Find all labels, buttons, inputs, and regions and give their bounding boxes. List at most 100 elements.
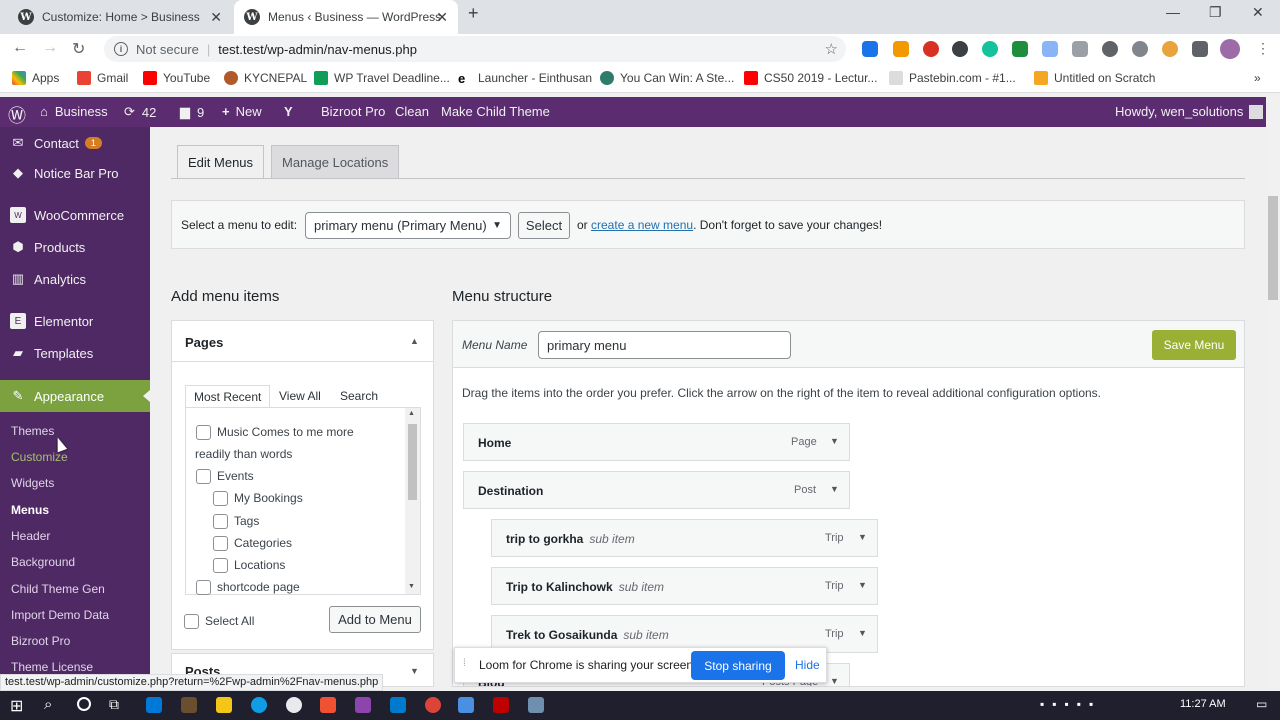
cookie-extension-icon[interactable]: [1162, 41, 1178, 57]
bookmark-star-icon[interactable]: ☆: [825, 40, 838, 58]
adminbar-make-child-theme[interactable]: Make Child Theme: [441, 104, 550, 119]
sidebar-sub-themes[interactable]: Themes: [11, 424, 54, 438]
window-close-button[interactable]: ✕: [1252, 4, 1264, 21]
maximize-button[interactable]: ❐: [1209, 4, 1222, 21]
sidebar-item-elementor[interactable]: E Elementor: [0, 305, 150, 337]
edge-icon[interactable]: [251, 697, 267, 713]
menu-item[interactable]: Destination Post ▼: [463, 471, 850, 509]
page-checkbox[interactable]: [213, 514, 228, 529]
bookmark-scratch[interactable]: Untitled on Scratch: [1034, 71, 1155, 85]
checklist-scrollbar[interactable]: ▲ ▼: [405, 408, 420, 594]
create-new-menu-link[interactable]: create a new menu: [591, 218, 693, 232]
tab-search[interactable]: Search: [332, 385, 386, 407]
chrome-canary-icon[interactable]: [425, 697, 441, 713]
tab-most-recent[interactable]: Most Recent: [185, 385, 271, 407]
tab-view-all[interactable]: View All: [271, 385, 329, 407]
extension-icon[interactable]: [1102, 41, 1118, 57]
bookmark-pastebin[interactable]: Pastebin.com - #1...: [889, 71, 1016, 85]
stop-sharing-button[interactable]: Stop sharing: [691, 651, 785, 680]
select-all-checkbox[interactable]: [184, 614, 199, 629]
tab-customize[interactable]: W Customize: Home > Business ✕: [8, 0, 232, 34]
forward-icon[interactable]: →: [42, 39, 58, 57]
menu-name-input[interactable]: [538, 331, 791, 359]
expand-icon[interactable]: ▼: [410, 666, 419, 676]
sidebar-sub-menus[interactable]: Menus: [11, 503, 49, 517]
howdy-account[interactable]: Howdy, wen_solutions: [1115, 104, 1264, 119]
sidebar-item-notice-bar[interactable]: ◆ Notice Bar Pro: [0, 157, 150, 189]
git-icon[interactable]: [320, 697, 336, 713]
pages-title[interactable]: Pages: [185, 335, 223, 350]
bookmark-gmail[interactable]: Gmail: [77, 71, 128, 85]
system-tray-icons[interactable]: ▪▪▪▪▪: [1040, 697, 1101, 711]
sidebar-item-appearance[interactable]: ✎ Appearance: [0, 380, 150, 412]
task-view-icon[interactable]: ⧉: [109, 696, 119, 713]
sidebar-sub-widgets[interactable]: Widgets: [11, 476, 54, 490]
rss-extension-icon[interactable]: [893, 41, 909, 57]
puzzle-icon[interactable]: [1192, 41, 1208, 57]
sidebar-sub-background[interactable]: Background: [11, 555, 75, 569]
tab-menus[interactable]: W Menus ‹ Business — WordPress ✕: [234, 0, 458, 34]
item-toggle-arrow-icon[interactable]: ▼: [858, 580, 867, 590]
clock[interactable]: 11:27 AM: [1180, 698, 1226, 710]
address-bar[interactable]: i Not secure | test.test/wp-admin/nav-me…: [104, 36, 846, 62]
item-toggle-arrow-icon[interactable]: ▼: [830, 676, 839, 686]
collapse-icon[interactable]: ▲: [410, 336, 419, 346]
bookmarks-overflow[interactable]: »: [1254, 71, 1261, 85]
close-icon[interactable]: ✕: [210, 9, 222, 26]
yoast-icon[interactable]: Y: [284, 104, 293, 119]
sidebar-item-woocommerce[interactable]: W WooCommerce: [0, 199, 150, 231]
page-checkbox[interactable]: [213, 491, 228, 506]
page-checkbox[interactable]: [196, 469, 211, 484]
chrome-icon[interactable]: [286, 697, 302, 713]
reload-icon[interactable]: ↻: [72, 39, 85, 59]
windows-start-icon[interactable]: ⊞: [10, 696, 23, 716]
extension-icon[interactable]: [1072, 41, 1088, 57]
drag-handle-icon[interactable]: ⁞: [463, 658, 466, 669]
wordpress-logo-icon[interactable]: Ⓦ: [8, 102, 26, 128]
bookmark-wp-travel[interactable]: WP Travel Deadline...: [314, 71, 450, 85]
file-explorer-icon[interactable]: [216, 697, 232, 713]
item-toggle-arrow-icon[interactable]: ▼: [858, 628, 867, 638]
hide-button[interactable]: Hide: [795, 658, 820, 672]
sidebar-sub-import-demo[interactable]: Import Demo Data: [11, 608, 109, 622]
back-icon[interactable]: ←: [12, 39, 28, 57]
item-toggle-arrow-icon[interactable]: ▼: [830, 484, 839, 494]
extension-icon[interactable]: [952, 41, 968, 57]
bookmark-apps[interactable]: Apps: [12, 71, 59, 85]
bookmark-youtube[interactable]: YouTube: [143, 71, 210, 85]
grammarly-icon[interactable]: [982, 41, 998, 57]
close-icon[interactable]: ✕: [436, 9, 448, 26]
scrollbar-thumb[interactable]: [1268, 196, 1278, 300]
save-menu-button[interactable]: Save Menu: [1152, 330, 1236, 360]
add-to-menu-button[interactable]: Add to Menu: [329, 606, 421, 633]
bookmark-cs50[interactable]: CS50 2019 - Lectur...: [744, 71, 877, 85]
sidebar-sub-customize[interactable]: Customize: [11, 450, 68, 464]
bookmark-you-can-win[interactable]: You Can Win: A Ste...: [600, 71, 734, 85]
kebab-menu-icon[interactable]: ⋮: [1256, 40, 1270, 57]
profile-avatar[interactable]: [1220, 39, 1240, 59]
site-name-link[interactable]: ⌂ Business: [40, 104, 108, 119]
sidebar-item-templates[interactable]: ▰ Templates: [0, 337, 150, 369]
app-icon[interactable]: [181, 697, 197, 713]
extension-icon[interactable]: [862, 41, 878, 57]
tab-edit-menus[interactable]: Edit Menus: [177, 145, 265, 179]
item-toggle-arrow-icon[interactable]: ▼: [858, 532, 867, 542]
notifications-icon[interactable]: ▭: [1256, 697, 1267, 711]
extension-icon[interactable]: [1012, 41, 1028, 57]
page-checkbox[interactable]: [196, 580, 211, 595]
sidebar-item-contact[interactable]: ✉ Contact 1: [0, 127, 150, 159]
select-button[interactable]: Select: [518, 212, 570, 239]
new-content-link[interactable]: + New: [222, 104, 262, 119]
sidebar-sub-theme-license[interactable]: Theme License: [11, 660, 93, 674]
vscode-icon[interactable]: [390, 697, 406, 713]
sidebar-sub-bizroot-pro[interactable]: Bizroot Pro: [11, 634, 70, 648]
scroll-up-icon[interactable]: ▲: [408, 410, 415, 417]
page-checkbox[interactable]: [196, 425, 211, 440]
menu-item[interactable]: Home Page ▼: [463, 423, 850, 461]
mail-app-icon[interactable]: [146, 697, 162, 713]
app-icon[interactable]: [355, 697, 371, 713]
menu-sub-item[interactable]: trip to gorkha sub item Trip ▼: [491, 519, 878, 557]
filezilla-icon[interactable]: [493, 697, 509, 713]
adminbar-bizroot[interactable]: Bizroot Pro: [321, 104, 385, 119]
menu-select-dropdown[interactable]: primary menu (Primary Menu) ▼: [305, 212, 511, 239]
